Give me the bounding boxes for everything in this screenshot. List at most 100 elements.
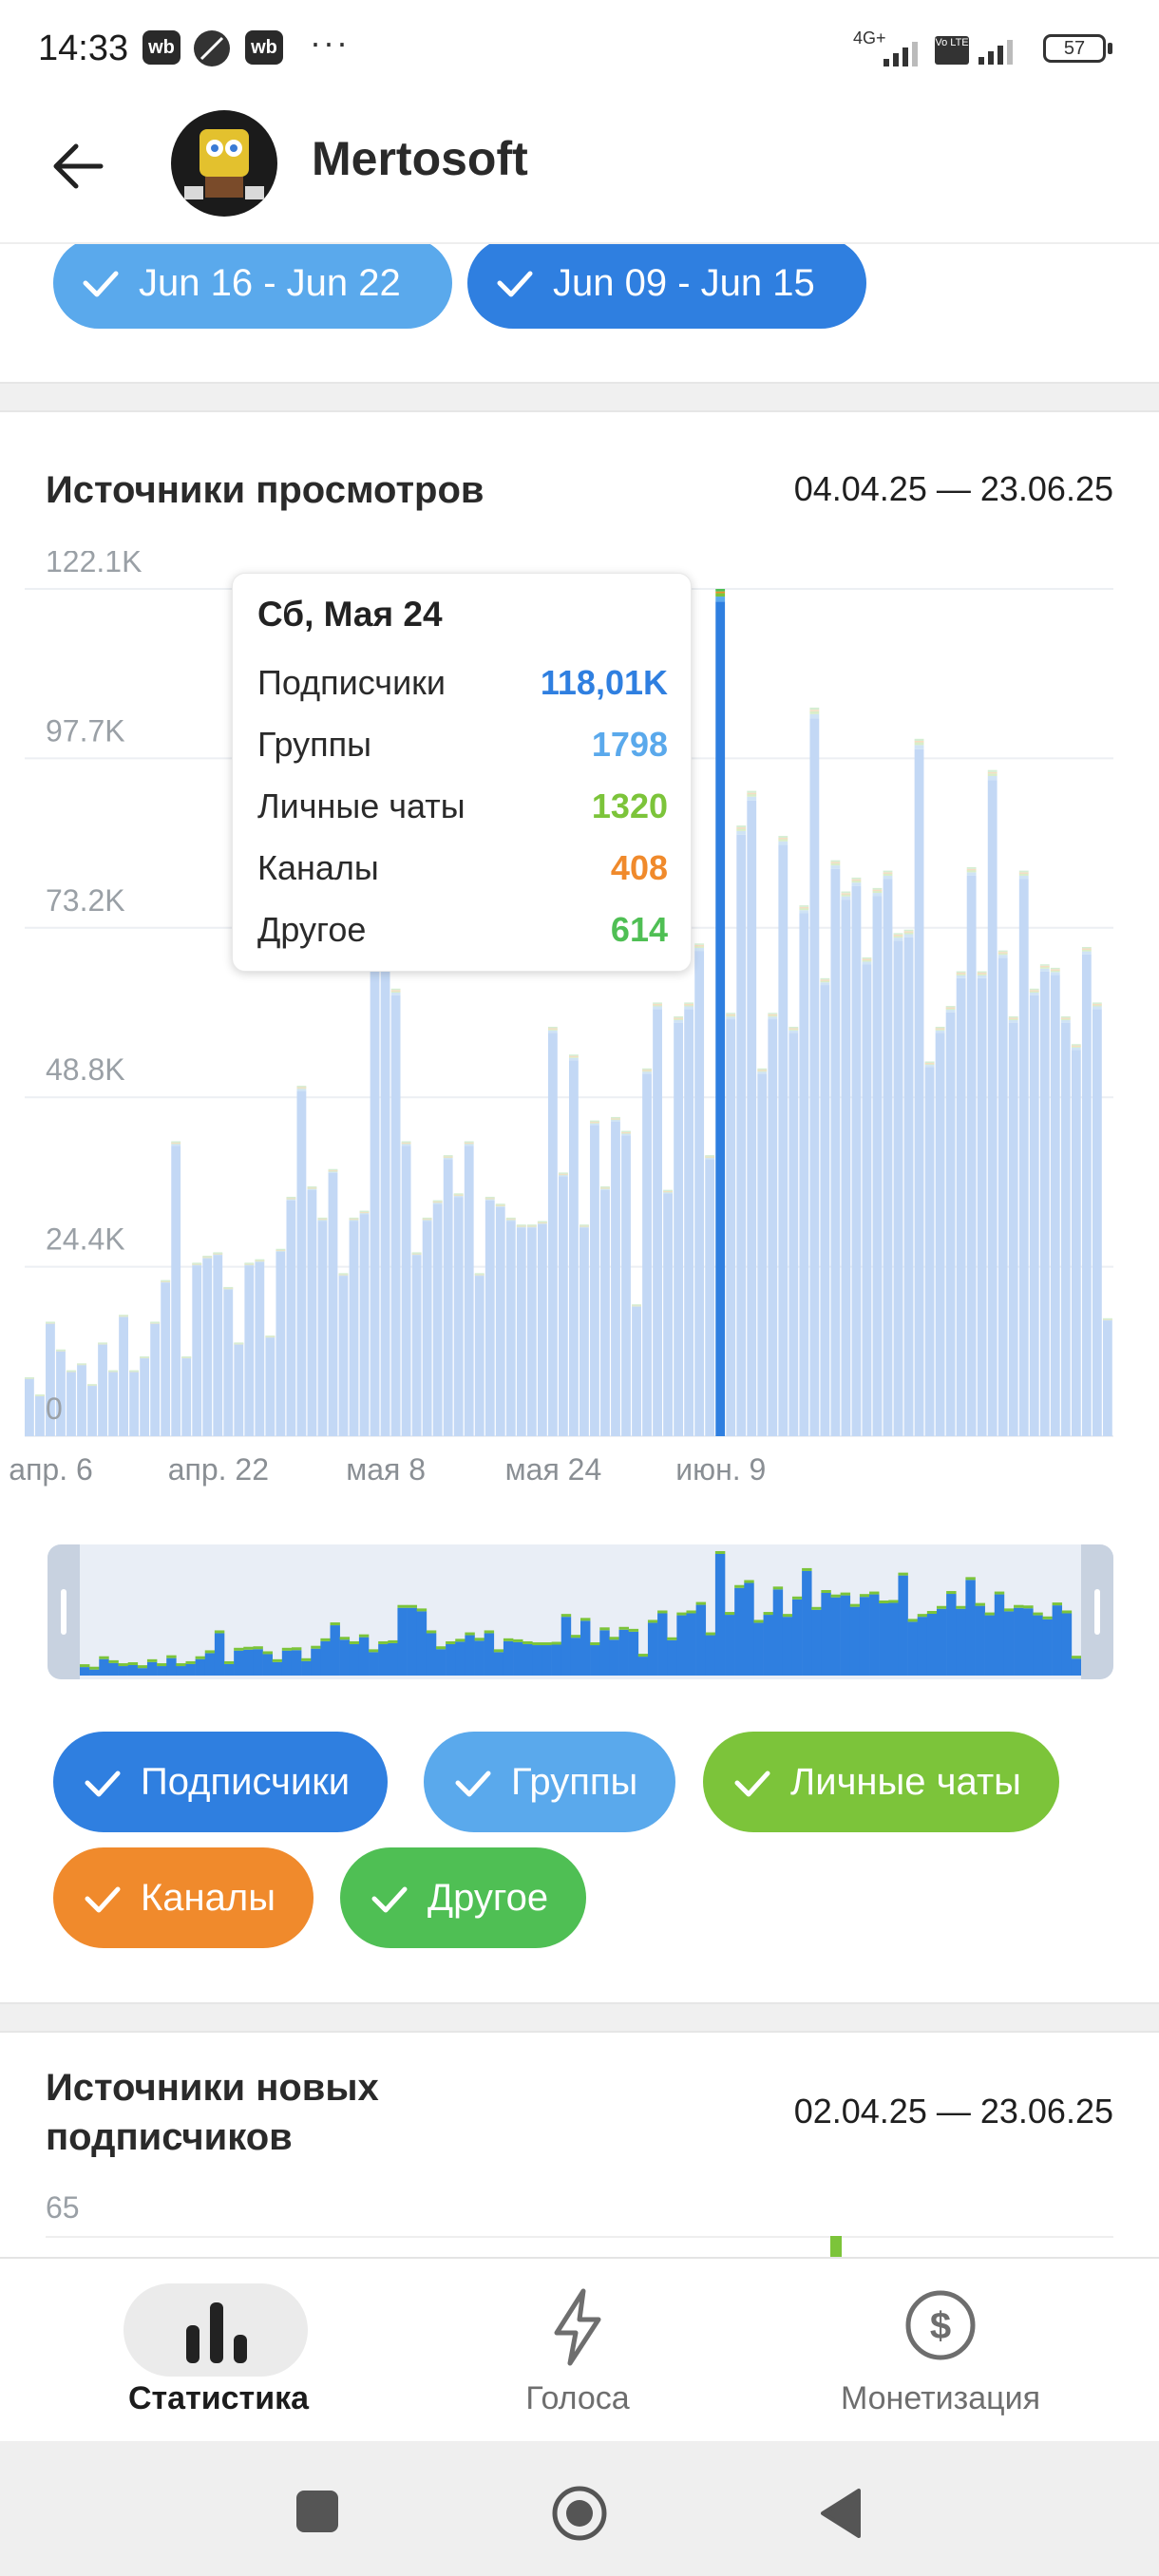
chart-bar[interactable] — [411, 1252, 422, 1436]
chart-bar[interactable] — [684, 1002, 694, 1436]
chart-bar[interactable] — [66, 1370, 76, 1436]
chart-bar[interactable] — [1018, 870, 1029, 1436]
chart-bar[interactable] — [516, 1224, 526, 1436]
chart-bar[interactable] — [390, 988, 401, 1436]
chart-bar[interactable] — [977, 971, 987, 1436]
chart-bar[interactable] — [788, 1026, 799, 1436]
chart-bar[interactable] — [87, 1384, 97, 1436]
chart-bar[interactable] — [747, 790, 757, 1436]
chart-bar[interactable] — [1029, 988, 1039, 1436]
chart-bar[interactable] — [213, 1252, 223, 1436]
chart-range-navigator[interactable] — [48, 1544, 1113, 1679]
chart-bar[interactable] — [757, 1068, 768, 1436]
chart-bar[interactable] — [276, 1248, 286, 1436]
chart-bar[interactable] — [883, 870, 893, 1436]
chart-bar[interactable] — [443, 1155, 453, 1436]
chart-bar[interactable] — [590, 1120, 599, 1436]
chart-bar[interactable] — [611, 1116, 620, 1436]
avatar[interactable] — [171, 110, 277, 217]
chart-bar[interactable] — [35, 1394, 45, 1436]
chart-bar[interactable] — [202, 1256, 213, 1436]
chart-bar[interactable] — [526, 1224, 537, 1436]
chart-bar[interactable] — [956, 971, 966, 1436]
chart-bar[interactable] — [768, 1013, 778, 1436]
chart-bar[interactable] — [338, 1273, 349, 1436]
chart-bar[interactable] — [453, 1193, 464, 1436]
chart-bar[interactable] — [663, 1189, 673, 1436]
chart-bar[interactable] — [580, 1224, 589, 1436]
week-filter-jun09[interactable]: Jun 09 - Jun 15 — [467, 237, 866, 329]
chart-bar[interactable] — [1050, 967, 1060, 1436]
chart-bar[interactable] — [119, 1315, 128, 1436]
home-circle-icon[interactable] — [549, 2483, 610, 2544]
chart-bar[interactable] — [726, 1013, 736, 1436]
chart-bar[interactable] — [841, 891, 851, 1436]
chart-bar[interactable] — [129, 1370, 140, 1436]
chart-bar[interactable] — [809, 707, 820, 1436]
chart-bar[interactable] — [862, 957, 872, 1436]
chart-bar[interactable] — [370, 964, 380, 1436]
chart-bar[interactable] — [998, 950, 1008, 1436]
chart-bar[interactable] — [328, 1168, 338, 1436]
chart-bar[interactable] — [653, 1002, 662, 1436]
chart-bar[interactable] — [1060, 1016, 1071, 1436]
chart-bar[interactable] — [914, 738, 924, 1436]
chart-bar[interactable] — [1102, 1317, 1112, 1436]
chart-bar[interactable] — [25, 1376, 34, 1436]
chart-bar[interactable] — [945, 1006, 956, 1436]
chart-bar[interactable] — [401, 1141, 411, 1436]
chart-bar[interactable] — [181, 1355, 192, 1436]
chart-bar[interactable] — [474, 1273, 484, 1436]
chart-bar[interactable] — [150, 1321, 161, 1436]
chart-bar[interactable] — [872, 887, 883, 1436]
arrow-left-icon[interactable] — [46, 133, 112, 199]
chart-bar[interactable] — [632, 1304, 641, 1436]
chart-bar[interactable] — [1092, 1002, 1102, 1436]
chart-bar[interactable] — [851, 877, 862, 1436]
chart-bar[interactable] — [495, 1203, 505, 1436]
chart-bar[interactable] — [715, 589, 726, 1436]
filter-subscribers[interactable]: Подписчики — [53, 1732, 389, 1832]
filter-channels[interactable]: Каналы — [53, 1847, 314, 1948]
chart-bar[interactable] — [694, 943, 705, 1436]
chart-bar[interactable] — [77, 1363, 86, 1436]
chart-bar[interactable] — [924, 1061, 935, 1436]
chart-bar[interactable] — [966, 866, 977, 1436]
chart-bar[interactable] — [820, 977, 830, 1436]
chart-bar[interactable] — [1039, 964, 1050, 1436]
chart-bar[interactable] — [223, 1286, 234, 1436]
chart-bar[interactable] — [234, 1342, 244, 1436]
square-icon[interactable] — [296, 2491, 338, 2532]
chart-bar[interactable] — [359, 1210, 370, 1436]
chart-bar[interactable] — [307, 1186, 317, 1436]
chart-bar[interactable] — [674, 1016, 684, 1436]
navigator-left-handle[interactable] — [48, 1544, 80, 1679]
week-filter-jun16[interactable]: Jun 16 - Jun 22 — [53, 237, 452, 329]
tab-monetization[interactable]: $ Монетизация — [798, 2259, 1083, 2443]
chart-bar[interactable] — [244, 1262, 255, 1436]
chart-bar[interactable] — [1071, 1044, 1081, 1436]
chart-bar[interactable] — [830, 860, 841, 1436]
filter-private-chats[interactable]: Личные чаты — [703, 1732, 1059, 1832]
chart-bar[interactable] — [422, 1217, 432, 1436]
chart-bar[interactable] — [600, 1186, 610, 1436]
chart-bar[interactable] — [569, 1054, 579, 1436]
filter-groups[interactable]: Группы — [424, 1732, 676, 1832]
chart-bar[interactable] — [547, 1026, 558, 1436]
chart-bar[interactable] — [161, 1279, 171, 1436]
chart-bar[interactable] — [140, 1355, 150, 1436]
chart-bar[interactable] — [317, 1217, 328, 1436]
chart-bar[interactable] — [736, 825, 747, 1436]
chart-bar[interactable] — [799, 905, 809, 1436]
chart-bar[interactable] — [537, 1221, 547, 1436]
chart-bar[interactable] — [1081, 946, 1092, 1436]
chart-bar[interactable] — [893, 933, 903, 1436]
chart-bar[interactable] — [642, 1068, 652, 1436]
chart-bar[interactable] — [1008, 1016, 1018, 1436]
navigator-right-handle[interactable] — [1081, 1544, 1113, 1679]
subs-date-range[interactable]: 02.04.25 — 23.06.25 — [794, 2092, 1113, 2131]
chart-bar[interactable] — [505, 1217, 516, 1436]
filter-other[interactable]: Другое — [340, 1847, 587, 1948]
chart-bar[interactable] — [903, 929, 914, 1436]
chart-bar[interactable] — [778, 836, 788, 1436]
